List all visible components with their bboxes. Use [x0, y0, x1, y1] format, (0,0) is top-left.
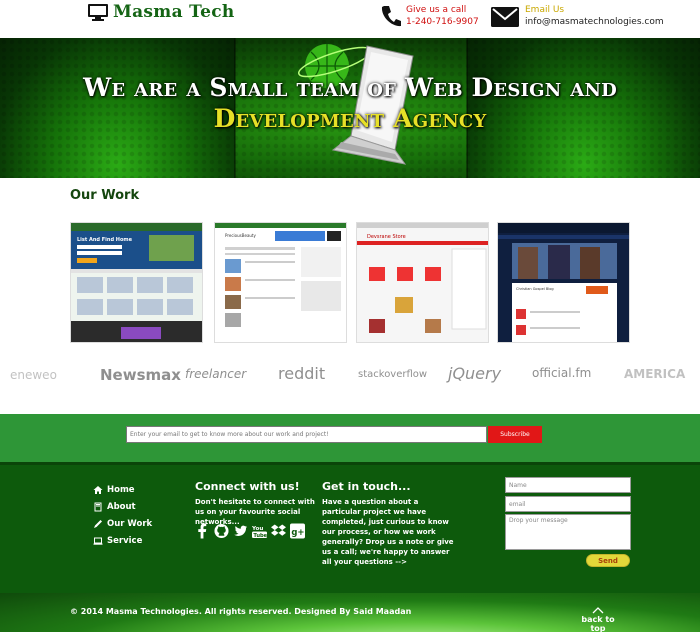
home-icon	[93, 485, 103, 494]
footer-nav-about[interactable]: About	[93, 498, 152, 515]
portfolio-screenshot: PreciousBeauty	[215, 223, 346, 327]
phone-icon	[381, 6, 401, 27]
portfolio-item[interactable]: Christian Gospel Blog	[497, 222, 630, 343]
site-header: Masma Tech Give us a call 1-240-716-9907…	[0, 0, 700, 38]
touch-text: Have a question about a particular proje…	[322, 498, 454, 566]
portfolio-screenshot: List And Find Home	[71, 223, 202, 342]
subscribe-button[interactable]: Subscribe	[488, 426, 542, 443]
call-label: Give us a call	[406, 5, 467, 15]
portfolio-title: Devsrane Store	[367, 234, 406, 240]
hero-headline: We are a Small team of Web Design and	[83, 73, 617, 102]
book-icon	[94, 502, 102, 511]
call-number: 1-240-716-9907	[406, 17, 479, 27]
footer-nav: Home About Our Work Service	[93, 481, 152, 549]
portfolio-screenshot: Christian Gospel Blog	[498, 223, 629, 342]
back-to-top-label: back to top	[581, 615, 615, 632]
newsletter-bar: Subscribe	[0, 414, 700, 462]
client-logo: stackoverflow	[358, 369, 428, 380]
call-contact[interactable]: Give us a call 1-240-716-9907	[380, 4, 479, 28]
client-logo: freelancer	[185, 367, 247, 381]
contact-email-field[interactable]	[505, 496, 631, 512]
client-logo: jQuery	[448, 364, 502, 383]
client-logo: reddit	[278, 364, 326, 383]
youtube-icon[interactable]: YouTube	[252, 523, 267, 539]
email-address: info@masmatechnologies.com	[525, 17, 664, 27]
portfolio-item[interactable]: PreciousBeauty	[214, 222, 347, 343]
email-contact[interactable]: Email Us info@masmatechnologies.com	[491, 4, 664, 28]
email-label: Email Us	[525, 5, 565, 15]
footer-nav-our-work[interactable]: Our Work	[93, 515, 152, 532]
footer-nav-label: Service	[107, 535, 143, 546]
footer-nav-service[interactable]: Service	[93, 532, 152, 549]
social-links: You Tube g+	[195, 523, 305, 539]
envelope-icon	[491, 7, 519, 27]
footer-nav-label: Home	[107, 484, 135, 495]
back-to-top-link[interactable]: back to top	[573, 605, 623, 632]
our-work-title: Our Work	[70, 188, 140, 203]
client-logo: Newsmax	[100, 366, 181, 384]
hero-banner: We are a Small team of Web Design and De…	[0, 38, 700, 178]
send-button[interactable]: Send	[586, 554, 630, 567]
github-icon[interactable]	[214, 523, 229, 539]
client-logos: eneweo Newsmax freelancer reddit stackov…	[0, 360, 700, 392]
footer-nav-label: About	[107, 501, 136, 512]
svg-text:Tube: Tube	[253, 533, 267, 539]
portfolio-title: PreciousBeauty	[225, 233, 256, 238]
twitter-icon[interactable]	[233, 523, 248, 539]
facebook-icon[interactable]	[195, 523, 210, 539]
hero-subheadline: Development Agency	[213, 104, 487, 133]
footer-nav-home[interactable]: Home	[93, 481, 152, 498]
footer-nav-label: Our Work	[107, 518, 153, 529]
google-plus-icon[interactable]: g+	[290, 523, 305, 539]
laptop-icon	[93, 537, 103, 545]
client-logo: AMERICA	[624, 367, 686, 381]
chevron-up-icon	[592, 607, 604, 614]
monitor-icon	[88, 3, 108, 21]
portfolio-item[interactable]: List And Find Home	[70, 222, 203, 343]
svg-text:g+: g+	[291, 527, 304, 537]
client-logo: eneweo	[10, 368, 57, 382]
svg-text:You: You	[252, 526, 263, 532]
contact-message-field[interactable]	[505, 514, 631, 550]
portfolio-title: Christian Gospel Blog	[516, 287, 554, 291]
touch-title: Get in touch...	[322, 480, 411, 493]
portfolio-title: List And Find Home	[77, 237, 133, 243]
dropbox-icon[interactable]	[271, 523, 286, 539]
connect-title: Connect with us!	[195, 480, 300, 493]
site-logo[interactable]: Masma Tech	[88, 2, 235, 22]
copyright-text: © 2014 Masma Technologies. All rights re…	[70, 607, 412, 616]
newsletter-email-input[interactable]	[126, 426, 487, 443]
contact-name-field[interactable]	[505, 477, 631, 493]
pencil-icon	[94, 519, 102, 528]
portfolio-screenshot: Devsrane Store	[357, 223, 488, 333]
portfolio-item[interactable]: Devsrane Store	[356, 222, 489, 343]
client-logo: official.fm	[532, 366, 592, 380]
logo-text: Masma Tech	[113, 2, 235, 22]
